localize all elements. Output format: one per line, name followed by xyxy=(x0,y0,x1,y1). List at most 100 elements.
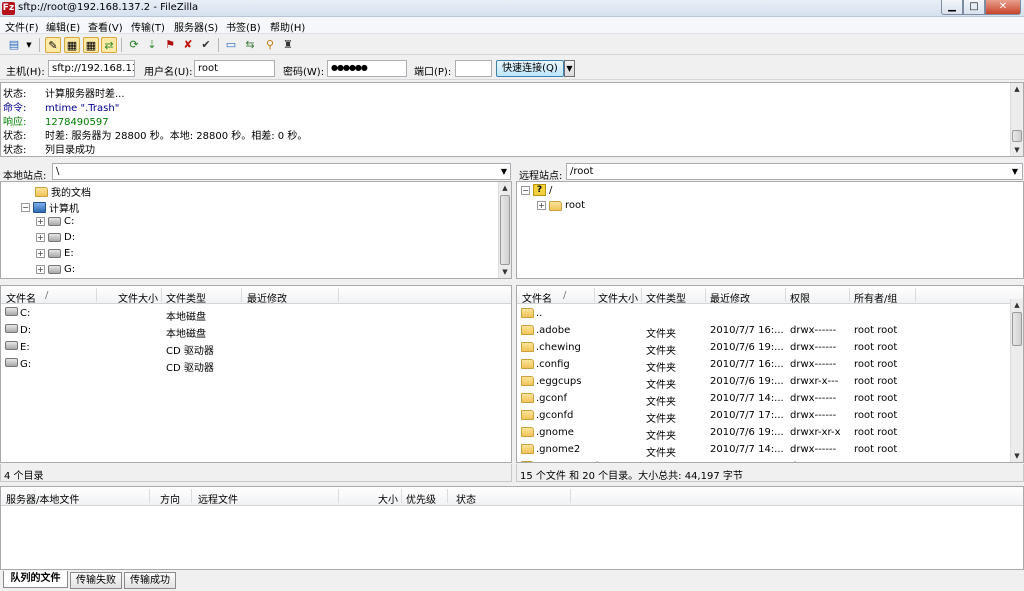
site-manager-icon[interactable]: ▤ xyxy=(6,37,22,53)
menu-transfer[interactable]: 传输(T) xyxy=(131,19,165,34)
minimize-button[interactable]: ▁ xyxy=(941,0,963,15)
menu-view[interactable]: 查看(V) xyxy=(88,19,123,34)
col-filesize[interactable]: 文件大小 xyxy=(598,290,638,305)
scroll-down-icon[interactable]: ▼ xyxy=(1011,144,1023,156)
col-remote-file[interactable]: 远程文件 xyxy=(198,491,238,506)
collapse-icon[interactable]: − xyxy=(521,185,530,195)
col-size[interactable]: 大小 xyxy=(378,491,398,506)
message-log[interactable]: 状态: 计算服务器时差... 命令: mtime ".Trash" 响应: 12784… xyxy=(0,82,1024,157)
col-status[interactable]: 状态 xyxy=(456,491,476,506)
file-row[interactable]: .adobe 文件夹 2010/7/7 16:... drwx------ root r… xyxy=(517,322,1023,340)
tab-successful-transfers[interactable]: 传输成功 xyxy=(124,572,176,589)
filter-icon[interactable]: ♜ xyxy=(280,37,296,53)
expand-icon[interactable]: + xyxy=(36,233,45,242)
scroll-down-icon[interactable]: ▼ xyxy=(499,266,511,278)
menu-bookmarks[interactable]: 书签(B) xyxy=(226,19,261,34)
disconnect-icon[interactable]: ✘ xyxy=(180,37,196,53)
col-filetype[interactable]: 文件类型 xyxy=(166,290,206,305)
file-row[interactable]: .gconf 文件夹 2010/7/7 14:... drwx------ root r… xyxy=(517,390,1023,408)
log-scrollbar[interactable]: ▲ ▼ xyxy=(1010,83,1023,156)
menu-help[interactable]: 帮助(H) xyxy=(270,19,305,34)
col-server-local-file[interactable]: 服务器/本地文件 xyxy=(6,491,79,506)
toggle-log-icon[interactable]: ✎ xyxy=(45,37,61,53)
username-input[interactable]: root xyxy=(194,60,275,77)
tree-node-documents[interactable]: 我的文档 xyxy=(35,184,91,199)
username-label: 用户名(U): xyxy=(144,67,193,78)
tree-node-root-dir[interactable]: −? / xyxy=(521,184,552,196)
file-row[interactable]: .gnome2_private 文件夹 2010/7/6 19:... drwx---… xyxy=(517,458,1023,462)
col-filetype[interactable]: 文件类型 xyxy=(646,290,686,305)
tab-failed-transfers[interactable]: 传输失败 xyxy=(70,572,122,589)
expand-icon[interactable]: + xyxy=(36,249,45,258)
file-row[interactable]: .gnome 文件夹 2010/7/6 19:... drwxr-xr-x root r… xyxy=(517,424,1023,442)
file-row[interactable]: .eggcups 文件夹 2010/7/6 19:... drwxr-x--- root… xyxy=(517,373,1023,391)
local-site-input[interactable]: \ xyxy=(52,163,511,180)
col-filesize[interactable]: 文件大小 xyxy=(118,290,158,305)
toggle-remote-tree-icon[interactable]: ▦ xyxy=(83,37,99,53)
scroll-up-icon[interactable]: ▲ xyxy=(1011,299,1023,311)
folder-icon xyxy=(521,359,534,369)
reconnect-icon[interactable]: ✔ xyxy=(198,37,214,53)
collapse-icon[interactable]: − xyxy=(21,203,30,212)
tree-node-drive-c[interactable]: + C: xyxy=(36,216,74,227)
sort-indicator: / xyxy=(563,290,567,301)
scroll-up-icon[interactable]: ▲ xyxy=(1011,83,1023,95)
file-row[interactable]: D: 本地磁盘 xyxy=(1,322,511,340)
file-row[interactable]: .chewing 文件夹 2010/7/6 19:... drwx------ root… xyxy=(517,339,1023,357)
password-input[interactable]: ●●●●●● xyxy=(327,60,407,77)
maximize-button[interactable]: □ xyxy=(963,0,985,15)
toggle-queue-icon[interactable]: ⇄ xyxy=(101,37,117,53)
remote-list-scrollbar[interactable]: ▲ ▼ xyxy=(1010,299,1023,462)
col-owner-group[interactable]: 所有者/组 xyxy=(854,290,897,305)
col-permissions[interactable]: 权限 xyxy=(790,290,810,305)
tab-queued-files[interactable]: 队列的文件 xyxy=(3,571,68,588)
toggle-local-tree-icon[interactable]: ▦ xyxy=(64,37,80,53)
tree-node-root[interactable]: + root xyxy=(537,200,585,211)
file-row[interactable]: .gnome2 文件夹 2010/7/7 14:... drwx------ root … xyxy=(517,441,1023,459)
scroll-down-icon[interactable]: ▼ xyxy=(1011,450,1023,462)
col-filename[interactable]: 文件名 xyxy=(6,290,36,305)
local-site-dropdown-icon[interactable]: ▼ xyxy=(497,164,511,179)
tree-node-computer[interactable]: − 计算机 xyxy=(21,200,79,215)
directory-compare-icon[interactable]: ▭ xyxy=(223,37,239,53)
cancel-icon[interactable]: ⚑ xyxy=(162,37,178,53)
sync-browse-icon[interactable]: ⇆ xyxy=(242,37,258,53)
col-modified[interactable]: 最近修改 xyxy=(710,290,750,305)
file-row[interactable]: C: 本地磁盘 xyxy=(1,305,511,323)
quickconnect-dropdown[interactable]: ▼ xyxy=(564,60,575,77)
expand-icon[interactable]: + xyxy=(36,217,45,226)
expand-icon[interactable]: + xyxy=(36,265,45,274)
file-row[interactable]: .. xyxy=(517,305,1023,322)
col-modified[interactable]: 最近修改 xyxy=(247,290,287,305)
port-input[interactable] xyxy=(455,60,492,77)
col-filename[interactable]: 文件名 xyxy=(522,290,552,305)
scroll-up-icon[interactable]: ▲ xyxy=(499,182,511,194)
tree-node-drive-d[interactable]: + D: xyxy=(36,232,75,243)
file-row[interactable]: E: CD 驱动器 xyxy=(1,339,511,357)
menu-server[interactable]: 服务器(S) xyxy=(174,19,218,34)
tree-node-drive-g[interactable]: + G: xyxy=(36,264,75,275)
dropdown-arrow-icon[interactable]: ▼ xyxy=(24,37,34,53)
menu-edit[interactable]: 编辑(E) xyxy=(46,19,80,34)
local-site-bar: 本地站点: \ ▼ xyxy=(0,162,512,182)
close-button[interactable]: ✕ xyxy=(985,0,1021,15)
menu-file[interactable]: 文件(F) xyxy=(5,19,39,34)
local-tree-scrollbar[interactable]: ▲ ▼ xyxy=(498,182,511,278)
file-row[interactable]: .config 文件夹 2010/7/7 16:... drwx------ root … xyxy=(517,356,1023,374)
refresh-icon[interactable]: ⟳ xyxy=(126,37,142,53)
cell-modified: 2010/7/6 19:... xyxy=(710,461,784,462)
cell-modified: 2010/7/7 14:... xyxy=(710,444,784,455)
remote-site-dropdown-icon[interactable]: ▼ xyxy=(1008,164,1022,179)
quickconnect-button[interactable]: 快速连接(Q) xyxy=(496,60,564,77)
search-icon[interactable]: ⚲ xyxy=(262,37,278,53)
remote-site-input[interactable]: /root xyxy=(566,163,1023,180)
file-row[interactable]: G: CD 驱动器 xyxy=(1,356,511,374)
file-row[interactable]: .gconfd 文件夹 2010/7/7 17:... drwx------ root … xyxy=(517,407,1023,425)
process-queue-icon[interactable]: ⇣ xyxy=(144,37,160,53)
host-input[interactable]: sftp://192.168.137.2 xyxy=(48,60,135,77)
col-direction[interactable]: 方向 xyxy=(160,491,180,506)
unknown-folder-icon: ? xyxy=(533,184,546,196)
tree-node-drive-e[interactable]: + E: xyxy=(36,248,74,259)
expand-icon[interactable]: + xyxy=(537,201,546,210)
col-priority[interactable]: 优先级 xyxy=(406,491,436,506)
